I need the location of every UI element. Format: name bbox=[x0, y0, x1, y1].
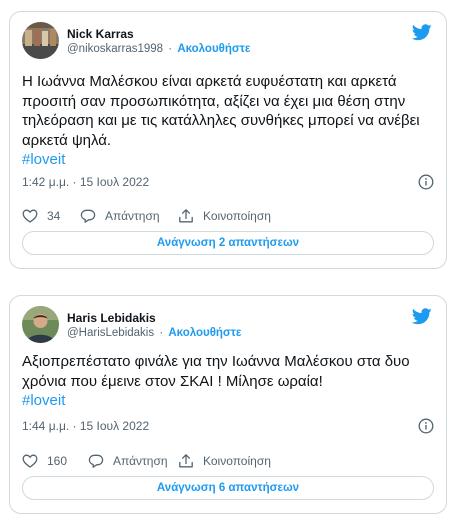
share-upload-icon bbox=[179, 454, 193, 468]
heart-icon bbox=[22, 209, 38, 223]
like-count: 160 bbox=[47, 454, 68, 468]
tweet-text-block: Αξιοπρεπέστατο φινάλε για την Ιωάννα Μαλ… bbox=[22, 352, 432, 411]
share-label: Κοινοποίηση bbox=[203, 454, 271, 468]
share-button[interactable]: Κοινοποίηση bbox=[178, 450, 271, 472]
avatar[interactable] bbox=[22, 22, 59, 59]
author-name[interactable]: Haris Lebidakis bbox=[67, 311, 156, 325]
heart-icon bbox=[22, 454, 38, 468]
tweet-header: Haris Lebidakis @HarisLebidakis · Ακολου… bbox=[22, 306, 434, 350]
hashtag-link[interactable]: #loveit bbox=[22, 391, 432, 411]
avatar[interactable] bbox=[22, 306, 59, 343]
separator-dot: · bbox=[159, 327, 164, 339]
tweet-header: Nick Karras @nikoskarras1998 · Ακολουθήσ… bbox=[22, 22, 434, 66]
follow-button[interactable]: Ακολουθήστε bbox=[168, 327, 241, 339]
like-button[interactable]: 160 bbox=[22, 450, 67, 472]
author-handle[interactable]: @nikoskarras1998 bbox=[67, 43, 163, 55]
author-handle[interactable]: @HarisLebidakis bbox=[67, 327, 154, 339]
reply-button[interactable]: Απάντηση bbox=[88, 450, 168, 472]
info-circle-icon[interactable] bbox=[418, 418, 434, 434]
tweet-card: Nick Karras @nikoskarras1998 · Ακολουθήσ… bbox=[9, 11, 447, 269]
speech-bubble-icon bbox=[88, 454, 104, 468]
hashtag-link[interactable]: #loveit bbox=[22, 150, 432, 170]
share-button[interactable]: Κοινοποίηση bbox=[178, 205, 271, 227]
tweet-text: Η Ιωάννα Μαλέσκου είναι αρκετά ευφυέστατ… bbox=[22, 73, 420, 149]
read-replies-button[interactable]: Ανάγνωση 6 απαντήσεων bbox=[22, 476, 434, 500]
reply-label: Απάντηση bbox=[105, 209, 160, 223]
speech-bubble-icon bbox=[80, 209, 96, 223]
follow-button[interactable]: Ακολουθήστε bbox=[177, 43, 250, 55]
reply-button[interactable]: Απάντηση bbox=[80, 205, 160, 227]
share-upload-icon bbox=[179, 209, 193, 223]
reply-label: Απάντηση bbox=[113, 454, 168, 468]
tweet-timestamp[interactable]: 1:42 μ.μ. · 15 Ιουλ 2022 bbox=[22, 175, 149, 189]
tweet-actions: 160 Απάντηση Κοινοποίηση bbox=[22, 450, 434, 472]
author-name[interactable]: Nick Karras bbox=[67, 27, 134, 41]
twitter-bird-icon[interactable] bbox=[412, 24, 432, 41]
twitter-bird-icon[interactable] bbox=[412, 308, 432, 325]
like-button[interactable]: 34 bbox=[22, 205, 60, 227]
read-replies-button[interactable]: Ανάγνωση 2 απαντήσεων bbox=[22, 231, 434, 255]
share-label: Κοινοποίηση bbox=[203, 209, 271, 223]
tweet-actions: 34 Απάντηση Κοινοποίηση bbox=[22, 205, 434, 227]
separator-dot: · bbox=[168, 43, 173, 55]
author-subline: @HarisLebidakis · Ακολουθήστε bbox=[67, 327, 241, 339]
like-count: 34 bbox=[47, 209, 61, 223]
info-circle-icon[interactable] bbox=[418, 174, 434, 190]
tweet-text: Αξιοπρεπέστατο φινάλε για την Ιωάννα Μαλ… bbox=[22, 353, 410, 390]
tweet-text-block: Η Ιωάννα Μαλέσκου είναι αρκετά ευφυέστατ… bbox=[22, 72, 432, 170]
tweet-timestamp[interactable]: 1:44 μ.μ. · 15 Ιουλ 2022 bbox=[22, 419, 149, 433]
tweet-card: Haris Lebidakis @HarisLebidakis · Ακολου… bbox=[9, 295, 447, 514]
author-subline: @nikoskarras1998 · Ακολουθήστε bbox=[67, 43, 250, 55]
